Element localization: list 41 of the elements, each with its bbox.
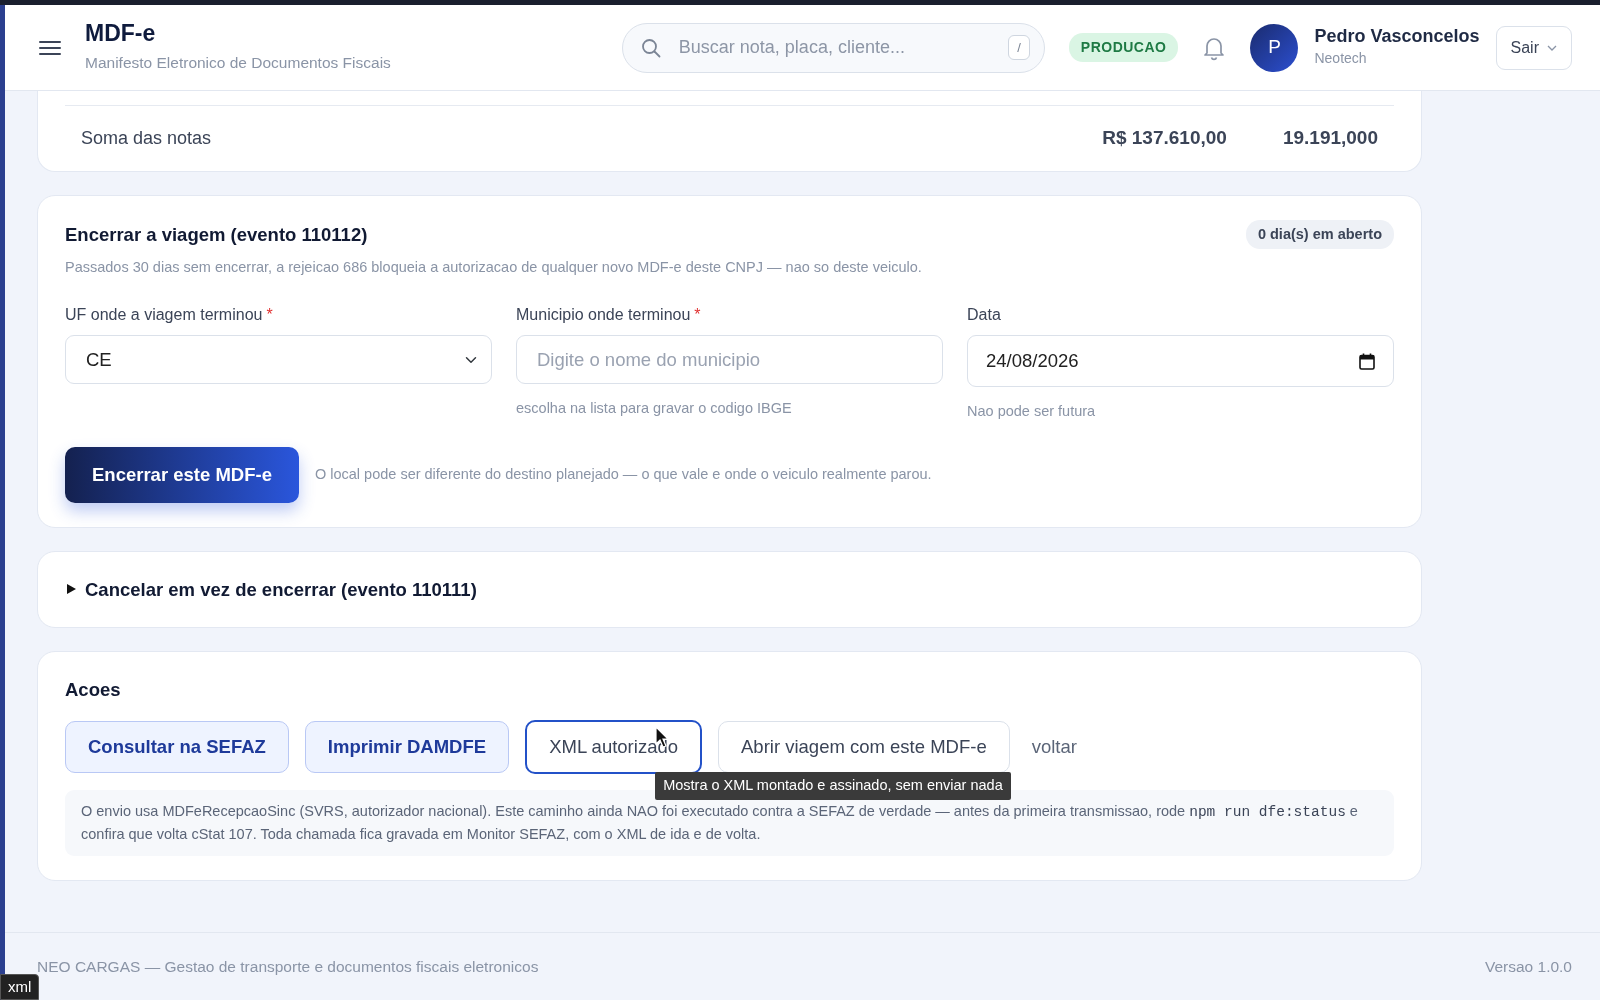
days-open-badge: 0 dia(s) em aberto	[1245, 219, 1394, 250]
section-title: Encerrar a viagem (evento 110112)	[65, 222, 368, 247]
status-url: xml	[0, 973, 40, 1000]
help-text: escolha na lista para gravar o codigo IBGE	[516, 399, 793, 418]
search-input[interactable]: Buscar nota, placa, cliente...	[676, 33, 993, 62]
totals-label: Soma das notas	[81, 126, 213, 150]
action-button[interactable]: XML autorizado	[525, 720, 702, 774]
user-company: Neotech	[1314, 48, 1368, 68]
logout-button[interactable]: Sair	[1495, 25, 1572, 70]
totals-weight: 19.191,000	[1281, 126, 1378, 150]
action-button[interactable]: Imprimir DAMDFE	[304, 721, 510, 773]
help-text: Nao pode ser futura	[967, 402, 1097, 421]
version-text: Versao 1.0.0	[1484, 956, 1572, 977]
shortcut-key: /	[1008, 34, 1030, 61]
required-mark: *	[694, 306, 701, 323]
app-subtitle: Manifesto Eletronico de Documentos Fiscais	[85, 52, 391, 73]
section-title: Acoes	[65, 678, 122, 703]
field-label: Municipio onde terminou *	[516, 305, 702, 325]
avatar: P	[1250, 23, 1299, 72]
caret-icon	[1547, 44, 1557, 51]
close-mdfe-button[interactable]: Encerrar este MDF-e	[65, 446, 299, 503]
state-select[interactable]: CE	[65, 335, 492, 384]
action-button[interactable]: Consultar na SEFAZ	[65, 721, 289, 773]
environment-badge: PRODUCAO	[1068, 33, 1179, 62]
hint-text: O local pode ser diferente do destino planejado — o que vale e onde o veiculo realmente parou.	[314, 464, 932, 484]
user-name: Pedro Vasconcelos	[1314, 26, 1480, 48]
field-label: Data	[967, 305, 1002, 325]
totals-value: R$ 137.610,00	[1102, 126, 1227, 150]
calendar-icon[interactable]	[1359, 352, 1375, 370]
footer-text: NEO CARGAS — Gestao de transporte e documentos fiscais eletronicos	[37, 956, 539, 977]
field-label: UF onde a viagem terminou *	[65, 305, 274, 325]
app-title: MDF-e	[85, 21, 157, 47]
date-field[interactable]: 24/08/2026	[967, 335, 1394, 387]
section-note: Passados 30 dias sem encerrar, a rejeicao 686 bloqueia a autorizacao de qualquer novo MDF-e deste CNPJ — nao so deste veiculo.	[65, 258, 923, 278]
back-link[interactable]: voltar	[1025, 722, 1083, 772]
city-field[interactable]: Digite o nome do municipio	[516, 335, 943, 384]
search-field[interactable]: Buscar nota, placa, cliente... /	[621, 22, 1045, 73]
menu-icon[interactable]	[39, 39, 61, 56]
search-icon	[640, 37, 661, 58]
action-button[interactable]: Abrir viagem com este MDF-e	[718, 721, 1010, 773]
required-mark: *	[266, 306, 273, 323]
